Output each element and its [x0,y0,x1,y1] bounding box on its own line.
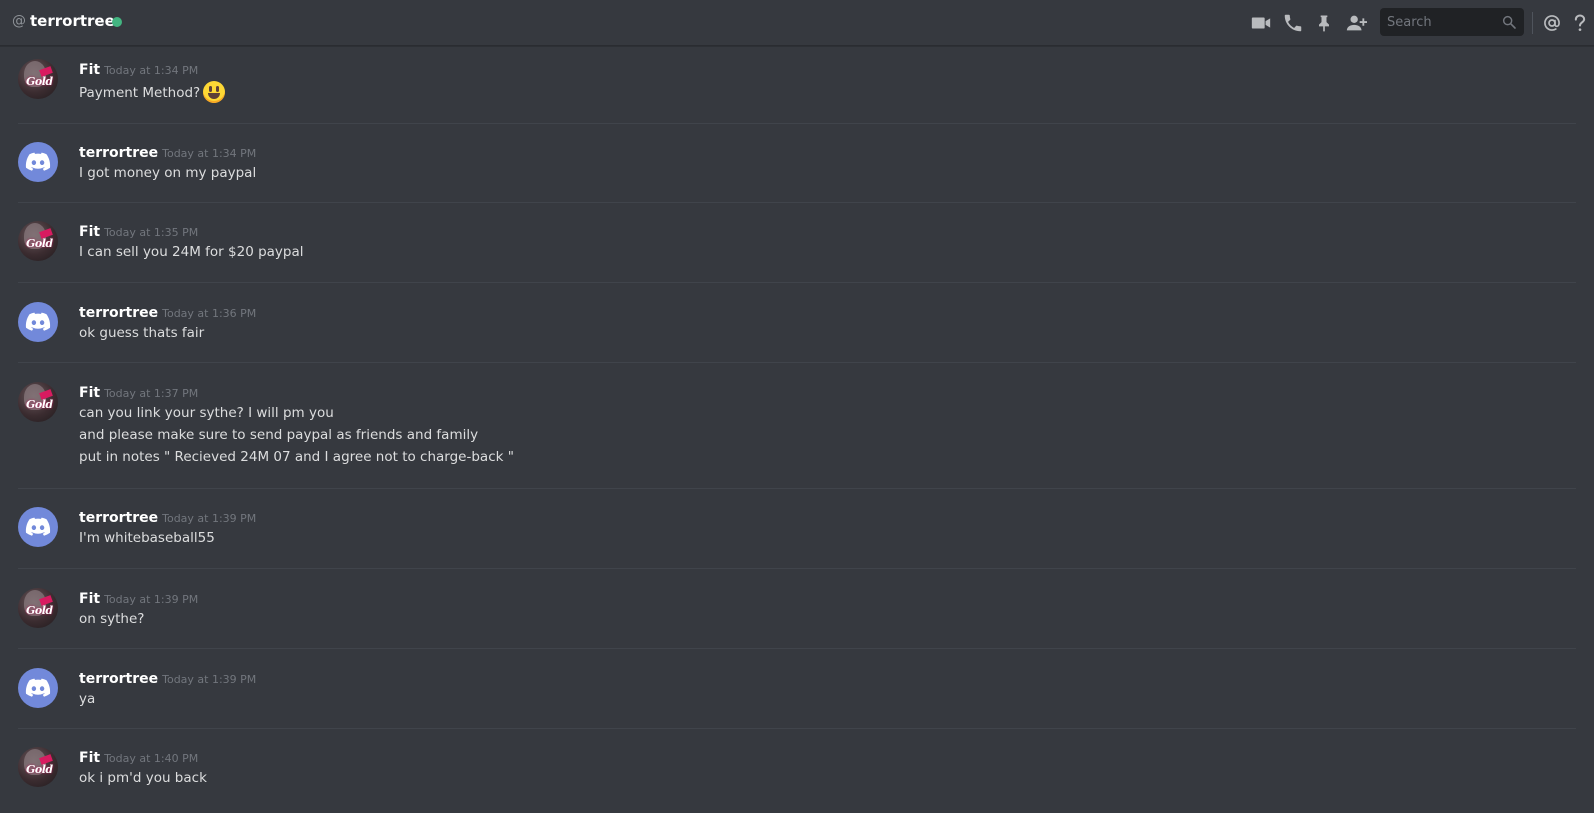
message-header: terrortree Today at 1:39 PM [79,507,256,526]
message-text: ok guess thats fair [79,325,205,341]
message-header: Fit Today at 1:39 PM [79,588,198,607]
message-group: Gold Fit Today at 1:39 PM on sythe? [18,588,1576,649]
fit-avatar[interactable]: Gold [18,588,58,628]
timestamp: Today at 1:40 PM [104,752,199,765]
username[interactable]: Fit [79,385,100,401]
online-status-indicator [112,17,122,27]
message-text: put in notes " Recieved 24M 07 and I agr… [79,449,514,465]
username[interactable]: Fit [79,224,100,240]
message-text: on sythe? [79,611,145,627]
message-group: terrortree Today at 1:39 PM ya [18,668,1576,729]
message-group: Gold Fit Today at 1:40 PM ok i pm'd you b… [18,747,1576,807]
timestamp: Today at 1:37 PM [104,387,199,400]
username[interactable]: Fit [79,750,100,766]
message-text: Payment Method? [79,85,201,101]
message-group: terrortree Today at 1:39 PM I'm whitebase… [18,507,1576,569]
message-text: can you link your sythe? I will pm you [79,405,334,421]
message-group: Gold Fit Today at 1:34 PM Payment Method? [18,59,1576,124]
search-icon[interactable] [1501,14,1517,30]
message-header: Fit Today at 1:35 PM [79,221,198,240]
username[interactable]: terrortree [79,145,158,161]
username[interactable]: terrortree [79,671,158,687]
channel-name[interactable]: terrortree [30,12,115,30]
timestamp: Today at 1:34 PM [162,147,257,160]
discord-default-avatar[interactable] [18,507,58,547]
add-friend-icon[interactable] [1344,11,1368,35]
fit-avatar[interactable]: Gold [18,221,58,261]
timestamp: Today at 1:39 PM [104,593,199,606]
message-header: Fit Today at 1:37 PM [79,382,198,401]
message-content: Payment Method? [79,81,226,104]
timestamp: Today at 1:39 PM [162,673,257,686]
message-header: Fit Today at 1:40 PM [79,747,198,766]
fit-avatar[interactable]: Gold [18,59,58,99]
message-text: ok i pm'd you back [79,770,207,786]
message-group: Gold Fit Today at 1:37 PM can you link yo… [18,382,1576,489]
chat-header: @ terrortree [0,0,1594,46]
timestamp: Today at 1:35 PM [104,226,199,239]
discord-logo-icon [25,152,51,171]
mention-icon[interactable] [1540,11,1564,35]
discord-default-avatar[interactable] [18,302,58,342]
pin-icon[interactable] [1312,11,1336,35]
fit-avatar[interactable]: Gold [18,747,58,787]
message-list[interactable]: Gold Fit Today at 1:34 PM Payment Method?… [0,47,1594,813]
discord-default-avatar[interactable] [18,142,58,182]
video-call-icon[interactable] [1249,11,1273,35]
username[interactable]: Fit [79,62,100,78]
message-text: I'm whitebaseball55 [79,530,215,546]
smiley-emoji-icon [203,81,226,103]
username[interactable]: Fit [79,591,100,607]
message-text: I got money on my paypal [79,165,257,181]
message-text: and please make sure to send paypal as f… [79,427,479,443]
search-bar[interactable] [1380,8,1524,36]
discord-logo-icon [25,517,51,536]
message-text: I can sell you 24M for $20 paypal [79,244,304,260]
timestamp: Today at 1:34 PM [104,64,199,77]
message-group: Gold Fit Today at 1:35 PM I can sell you … [18,221,1576,283]
message-text: ya [79,691,96,707]
search-input[interactable] [1387,12,1497,32]
help-icon[interactable] [1570,11,1590,35]
message-group: terrortree Today at 1:34 PM I got money o… [18,142,1576,203]
message-group: terrortree Today at 1:36 PM ok guess that… [18,302,1576,363]
discord-default-avatar[interactable] [18,668,58,708]
discord-logo-icon [25,678,51,697]
message-header: terrortree Today at 1:36 PM [79,302,256,321]
at-icon: @ [12,13,26,29]
voice-call-icon[interactable] [1281,11,1305,35]
fit-avatar[interactable]: Gold [18,382,58,422]
username[interactable]: terrortree [79,510,158,526]
timestamp: Today at 1:39 PM [162,512,257,525]
username[interactable]: terrortree [79,305,158,321]
message-header: Fit Today at 1:34 PM [79,59,198,78]
timestamp: Today at 1:36 PM [162,307,257,320]
message-header: terrortree Today at 1:34 PM [79,142,256,161]
discord-logo-icon [25,312,51,331]
header-divider [1532,12,1533,34]
message-header: terrortree Today at 1:39 PM [79,668,256,687]
